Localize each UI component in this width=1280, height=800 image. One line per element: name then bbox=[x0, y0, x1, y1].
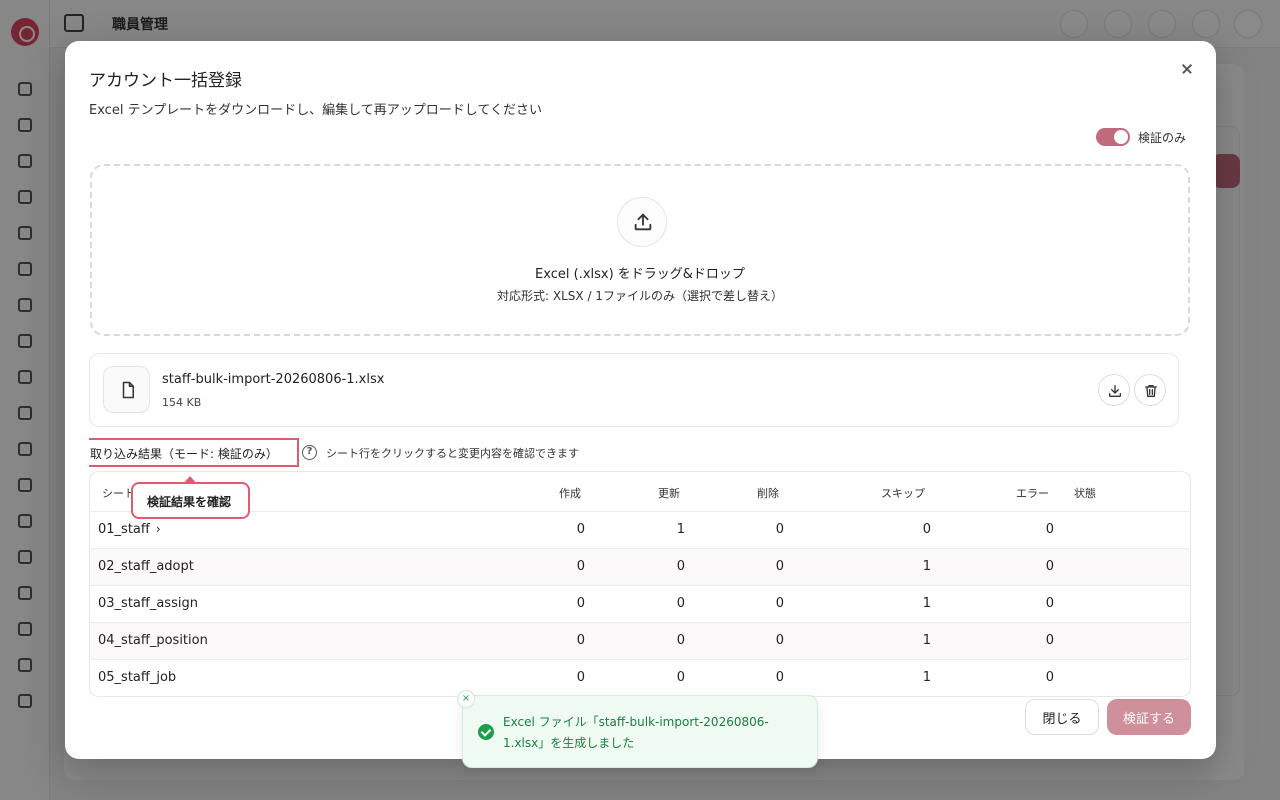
close-button[interactable]: 閉じる bbox=[1025, 699, 1099, 735]
file-dropzone[interactable]: Excel (.xlsx) をドラッグ&ドロップ 対応形式: XLSX / 1フ… bbox=[90, 164, 1190, 336]
cell-skip: 1 bbox=[922, 670, 931, 685]
table-row[interactable]: 02_staff_adopt 0 0 0 1 0 bbox=[90, 549, 1190, 586]
file-icon bbox=[103, 366, 150, 413]
col-skip: スキップ bbox=[881, 487, 925, 500]
cell-delete: 0 bbox=[775, 670, 784, 685]
verify-only-toggle[interactable] bbox=[1096, 128, 1130, 146]
chevron-right-icon: › bbox=[155, 522, 161, 536]
file-size: 154 KB bbox=[162, 396, 202, 409]
cell-update: 0 bbox=[676, 670, 685, 685]
cell-skip: 1 bbox=[922, 596, 931, 611]
verify-only-label: 検証のみ bbox=[1138, 130, 1187, 145]
help-icon[interactable]: ? bbox=[302, 445, 317, 460]
delete-button[interactable] bbox=[1134, 374, 1166, 406]
cell-skip: 1 bbox=[922, 633, 931, 648]
close-icon[interactable] bbox=[1177, 59, 1197, 79]
cell-update: 0 bbox=[676, 633, 685, 648]
modal-title: アカウント一括登録 bbox=[89, 71, 242, 91]
col-status: 状態 bbox=[1074, 487, 1096, 500]
cell-update: 0 bbox=[676, 559, 685, 574]
table-row[interactable]: 05_staff_job 0 0 0 1 0 bbox=[90, 660, 1190, 696]
cell-error: 0 bbox=[1045, 633, 1054, 648]
modal-subtitle: Excel テンプレートをダウンロードし、編集して再アップロードしてください bbox=[89, 103, 543, 118]
results-title: 取り込み結果（モード: 検証のみ） bbox=[89, 438, 299, 467]
cell-create: 0 bbox=[576, 633, 585, 648]
table-row[interactable]: 03_staff_assign 0 0 0 1 0 bbox=[90, 586, 1190, 623]
cell-error: 0 bbox=[1045, 596, 1054, 611]
cell-skip: 0 bbox=[922, 522, 931, 537]
cell-create: 0 bbox=[576, 670, 585, 685]
col-error: エラー bbox=[1016, 487, 1049, 500]
results-help-text: シート行をクリックすると変更内容を確認できます bbox=[326, 447, 579, 460]
download-button[interactable] bbox=[1098, 374, 1130, 406]
verify-button[interactable]: 検証する bbox=[1107, 699, 1191, 735]
cell-sheet: 02_staff_adopt bbox=[98, 559, 194, 574]
cell-sheet: 05_staff_job bbox=[98, 670, 177, 685]
cell-update: 1 bbox=[676, 522, 685, 537]
cell-sheet: 01_staff › bbox=[98, 522, 161, 537]
verify-only-switch[interactable]: 検証のみ bbox=[1096, 128, 1186, 146]
results-table: シート 作成 更新 削除 スキップ エラー 状態 01_staff › 0 1 0… bbox=[89, 471, 1191, 697]
cell-update: 0 bbox=[676, 596, 685, 611]
bulk-register-modal: アカウント一括登録 Excel テンプレートをダウンロードし、編集して再アップロ… bbox=[65, 41, 1216, 759]
cell-delete: 0 bbox=[775, 522, 784, 537]
cell-error: 0 bbox=[1045, 559, 1054, 574]
verify-result-tooltip: 検証結果を確認 bbox=[131, 476, 250, 519]
dropzone-sub-text: 対応形式: XLSX / 1ファイルのみ（選択で差し替え） bbox=[497, 289, 783, 303]
cell-sheet: 04_staff_position bbox=[98, 633, 208, 648]
col-delete: 削除 bbox=[757, 487, 779, 500]
success-toast: × Excel ファイル「staff-bulk-import-20260806-… bbox=[457, 690, 818, 768]
col-update: 更新 bbox=[658, 487, 680, 500]
table-header: シート 作成 更新 削除 スキップ エラー 状態 bbox=[90, 472, 1190, 512]
cell-create: 0 bbox=[576, 522, 585, 537]
col-create: 作成 bbox=[559, 487, 581, 500]
cell-skip: 1 bbox=[922, 559, 931, 574]
trash-icon bbox=[1145, 385, 1157, 397]
toast-close-icon[interactable]: × bbox=[457, 690, 475, 708]
table-row[interactable]: 01_staff › 0 1 0 0 0 bbox=[90, 512, 1190, 549]
dropzone-main-text: Excel (.xlsx) をドラッグ&ドロップ bbox=[535, 267, 745, 282]
table-row[interactable]: 04_staff_position 0 0 0 1 0 bbox=[90, 623, 1190, 660]
selected-file-card: staff-bulk-import-20260806-1.xlsx 154 KB bbox=[89, 353, 1179, 427]
download-icon bbox=[1109, 385, 1121, 397]
cell-delete: 0 bbox=[775, 559, 784, 574]
cell-create: 0 bbox=[576, 596, 585, 611]
toast-message: Excel ファイル「staff-bulk-import-20260806-1.… bbox=[503, 715, 769, 750]
check-circle-icon bbox=[478, 724, 494, 740]
cell-delete: 0 bbox=[775, 633, 784, 648]
cell-error: 0 bbox=[1045, 522, 1054, 537]
cell-sheet: 03_staff_assign bbox=[98, 596, 198, 611]
cell-create: 0 bbox=[576, 559, 585, 574]
cell-delete: 0 bbox=[775, 596, 784, 611]
file-name: staff-bulk-import-20260806-1.xlsx bbox=[162, 372, 385, 387]
cell-error: 0 bbox=[1045, 670, 1054, 685]
upload-icon bbox=[617, 197, 667, 247]
